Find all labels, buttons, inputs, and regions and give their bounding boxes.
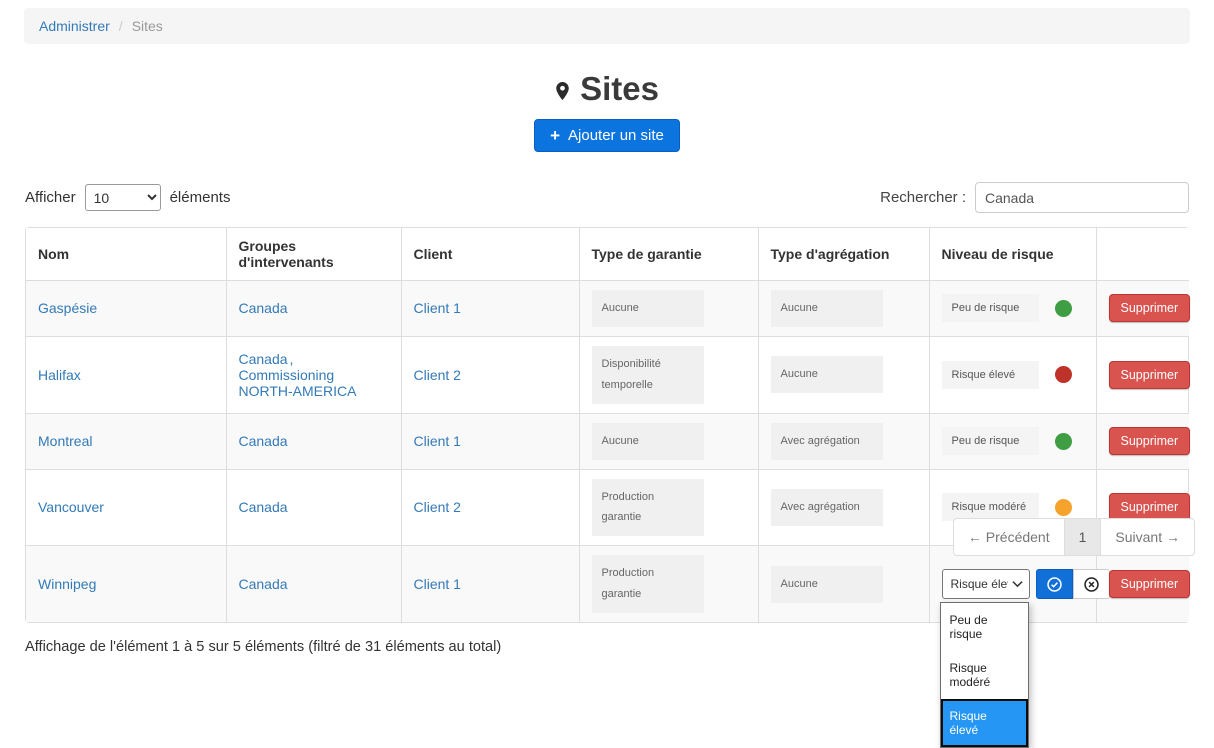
dropdown-option-peu-de-risque[interactable]: Peu de risque (941, 603, 1028, 651)
group-link[interactable]: Commissioning NORTH-AMERICA (239, 367, 357, 399)
breadcrumb-current: Sites (132, 18, 163, 34)
risk-level-dropdown: Peu de risque Risque modéré Risque élevé (940, 602, 1029, 748)
group-link[interactable]: Canada (239, 576, 288, 592)
search-control: Rechercher : (880, 182, 1189, 213)
risk-level-field[interactable]: Peu de risque (942, 427, 1039, 455)
show-label-prefix: Afficher (25, 189, 76, 206)
site-link[interactable]: Halifax (38, 367, 81, 383)
page-title-text: Sites (580, 70, 659, 108)
site-link[interactable]: Montreal (38, 433, 92, 449)
group-link[interactable]: Canada (239, 351, 288, 367)
risk-level-select-value: Risque élevé (951, 577, 1008, 591)
pagination: ← Précédent 1 Suivant → (953, 518, 1195, 556)
guarantee-type-field[interactable]: Aucune (592, 290, 704, 327)
search-input[interactable] (975, 182, 1189, 213)
page-length-select[interactable]: 10 (85, 184, 161, 211)
site-link[interactable]: Vancouver (38, 499, 104, 515)
guarantee-type-field[interactable]: Aucune (592, 423, 704, 460)
table-row-gaspesie: Gaspésie Canada Client 1 Aucune Aucune P… (26, 281, 1189, 337)
risk-level-field[interactable]: Peu de risque (942, 294, 1039, 322)
table-row-winnipeg: Winnipeg Canada Client 1 Production gara… (26, 546, 1189, 622)
table-controls: Afficher 10 éléments Rechercher : (25, 182, 1189, 213)
table-row-halifax: Halifax Canada, Commissioning NORTH-AMER… (26, 336, 1189, 413)
sites-table: Nom Groupes d'intervenants Client Type d… (26, 228, 1189, 622)
check-circle-icon (1046, 576, 1063, 593)
breadcrumb-separator: / (119, 18, 123, 34)
search-label: Rechercher : (880, 189, 966, 206)
chevron-down-icon (1012, 580, 1023, 588)
site-link[interactable]: Gaspésie (38, 300, 97, 316)
column-header-groupes[interactable]: Groupes d'intervenants (226, 228, 401, 281)
client-link[interactable]: Client 2 (414, 367, 461, 383)
group-link[interactable]: Canada (239, 433, 288, 449)
risk-status-dot (1055, 433, 1072, 450)
breadcrumb: Administrer / Sites (24, 8, 1190, 44)
column-header-type-garantie[interactable]: Type de garantie (579, 228, 758, 281)
group-separator: , (290, 351, 294, 367)
cancel-risk-button[interactable] (1073, 569, 1110, 599)
risk-level-field[interactable]: Risque élevé (942, 361, 1039, 389)
client-link[interactable]: Client 1 (414, 433, 461, 449)
dropdown-option-risque-modere[interactable]: Risque modéré (941, 651, 1028, 699)
delete-button[interactable]: Supprimer (1109, 361, 1191, 389)
site-link[interactable]: Winnipeg (38, 576, 96, 592)
risk-status-dot (1055, 300, 1072, 317)
add-site-button[interactable]: + Ajouter un site (534, 119, 680, 152)
group-link[interactable]: Canada (239, 300, 288, 316)
delete-button[interactable]: Supprimer (1109, 570, 1191, 598)
breadcrumb-link-administrer[interactable]: Administrer (39, 18, 110, 34)
risk-level-editor: Risque élevé Peu de risque Risque modéré… (942, 569, 1084, 599)
plus-icon: + (550, 127, 560, 144)
aggregation-type-field[interactable]: Avec agrégation (771, 423, 883, 460)
risk-status-dot (1055, 366, 1072, 383)
aggregation-type-field[interactable]: Aucune (771, 356, 883, 393)
aggregation-type-field[interactable]: Avec agrégation (771, 489, 883, 526)
risk-status-dot (1055, 499, 1072, 516)
guarantee-type-field[interactable]: Production garantie (592, 555, 704, 613)
column-header-type-agregation[interactable]: Type d'agrégation (758, 228, 929, 281)
pagination-previous-button[interactable]: ← Précédent (953, 518, 1065, 556)
page-title: Sites (555, 70, 659, 108)
client-link[interactable]: Client 1 (414, 576, 461, 592)
risk-level-select[interactable]: Risque élevé (942, 569, 1030, 599)
column-header-client[interactable]: Client (401, 228, 579, 281)
table-header-row: Nom Groupes d'intervenants Client Type d… (26, 228, 1189, 281)
client-link[interactable]: Client 1 (414, 300, 461, 316)
client-link[interactable]: Client 2 (414, 499, 461, 515)
sites-table-wrapper: Nom Groupes d'intervenants Client Type d… (25, 227, 1189, 623)
aggregation-type-field[interactable]: Aucune (771, 566, 883, 603)
column-header-nom[interactable]: Nom (26, 228, 226, 281)
dropdown-option-risque-eleve[interactable]: Risque élevé (941, 699, 1028, 747)
column-header-actions (1096, 228, 1189, 281)
aggregation-type-field[interactable]: Aucune (771, 290, 883, 327)
delete-button[interactable]: Supprimer (1109, 294, 1191, 322)
confirm-risk-button[interactable] (1036, 569, 1073, 599)
table-row-montreal: Montreal Canada Client 1 Aucune Avec agr… (26, 413, 1189, 469)
guarantee-type-field[interactable]: Disponibilité temporelle (592, 346, 704, 404)
column-header-niveau-risque[interactable]: Niveau de risque (929, 228, 1096, 281)
group-link[interactable]: Canada (239, 499, 288, 515)
map-marker-icon (555, 81, 570, 101)
add-site-button-label: Ajouter un site (568, 127, 664, 144)
x-circle-icon (1083, 576, 1100, 593)
delete-button[interactable]: Supprimer (1109, 427, 1191, 455)
pagination-next-button[interactable]: Suivant → (1100, 518, 1195, 556)
guarantee-type-field[interactable]: Production garantie (592, 479, 704, 537)
show-label-suffix: éléments (170, 189, 231, 206)
pagination-page-1-button[interactable]: 1 (1064, 518, 1102, 556)
page-length-control: Afficher 10 éléments (25, 184, 230, 211)
